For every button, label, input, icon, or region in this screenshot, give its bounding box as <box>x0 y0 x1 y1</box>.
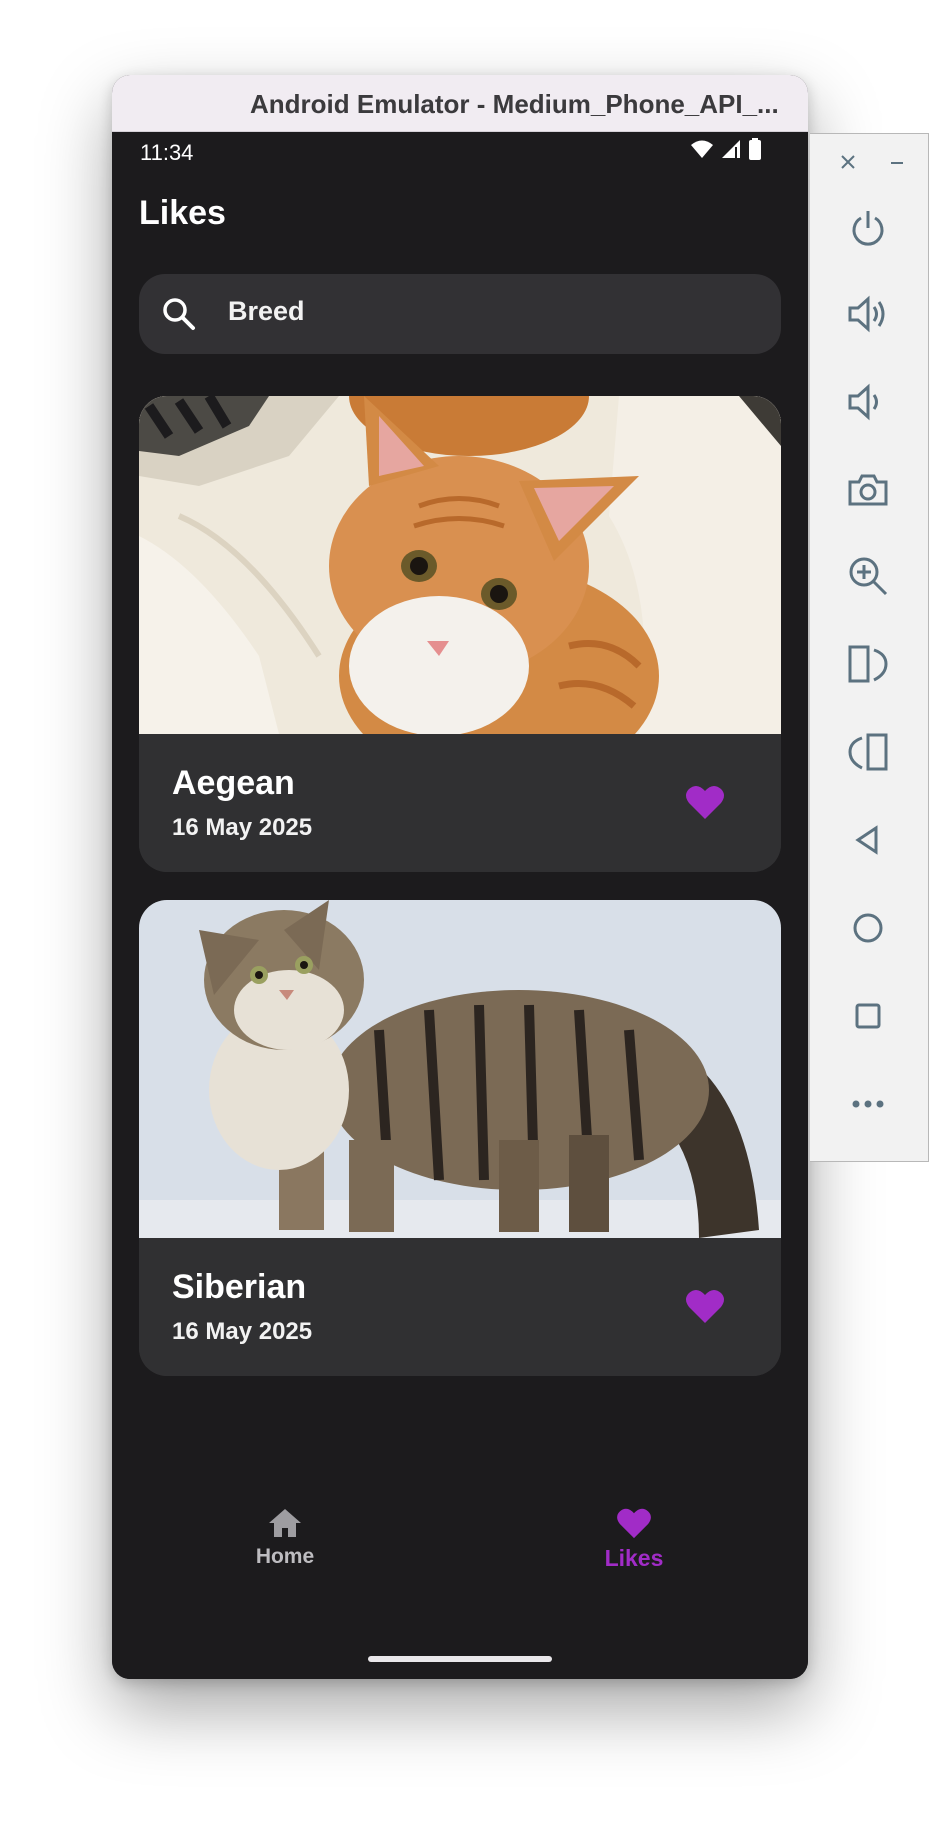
card-footer: Aegean 16 May 2025 <box>139 734 781 872</box>
search-input[interactable]: Breed <box>228 296 305 327</box>
nav-label-likes: Likes <box>604 1545 664 1571</box>
more-icon[interactable] <box>844 1080 892 1128</box>
camera-icon[interactable] <box>844 466 892 514</box>
breed-name: Siberian <box>172 1268 307 1306</box>
breed-name: Aegean <box>172 764 295 802</box>
nav-label-home: Home <box>255 1545 315 1568</box>
liked-date: 16 May 2025 <box>172 1318 313 1345</box>
battery-icon <box>749 138 761 160</box>
status-time: 11:34 <box>140 140 194 165</box>
search-icon <box>163 298 195 330</box>
gesture-home-indicator[interactable] <box>368 1656 552 1662</box>
power-icon[interactable] <box>844 204 892 252</box>
window-titlebar[interactable]: Android Emulator - Medium_Phone_API_... <box>112 75 808 132</box>
cat-photo <box>139 396 781 734</box>
volume-up-icon[interactable] <box>844 290 892 338</box>
home-circle-icon[interactable] <box>844 904 892 952</box>
signal-icon <box>722 140 740 158</box>
heart-icon[interactable] <box>685 784 725 820</box>
heart-icon <box>617 1508 651 1539</box>
breed-card[interactable]: Aegean 16 May 2025 <box>139 396 781 872</box>
nav-item-likes[interactable]: Likes <box>554 1507 714 1617</box>
liked-date: 16 May 2025 <box>172 814 313 841</box>
nav-item-home[interactable]: Home <box>205 1507 365 1617</box>
status-icons <box>690 138 762 160</box>
zoom-icon[interactable] <box>844 552 892 600</box>
card-footer: Siberian 16 May 2025 <box>139 1238 781 1376</box>
emulator-toolbar <box>810 133 929 1162</box>
rotate-right-icon[interactable] <box>844 728 892 776</box>
breed-card[interactable]: Siberian 16 May 2025 <box>139 900 781 1376</box>
close-icon[interactable] <box>834 148 862 176</box>
bottom-navigation: Home Likes <box>112 1507 808 1617</box>
search-bar[interactable]: Breed <box>139 274 781 354</box>
cat-photo <box>139 900 781 1238</box>
home-icon <box>269 1509 301 1537</box>
window-title: Android Emulator - Medium_Phone_API_... <box>250 89 779 119</box>
phone-screen: 11:34 Likes Breed Aegean 16 May 2025 Sib… <box>112 132 808 1679</box>
emulator-window: Android Emulator - Medium_Phone_API_... … <box>112 75 808 1679</box>
rotate-left-icon[interactable] <box>844 640 892 688</box>
minimize-icon[interactable] <box>883 148 911 176</box>
heart-icon[interactable] <box>685 1288 725 1324</box>
desktop: Android Emulator - Medium_Phone_API_... … <box>0 0 930 1828</box>
wifi-icon <box>691 140 713 158</box>
page-title: Likes <box>139 194 226 232</box>
overview-icon[interactable] <box>844 992 892 1040</box>
volume-down-icon[interactable] <box>844 378 892 426</box>
back-icon[interactable] <box>844 816 892 864</box>
